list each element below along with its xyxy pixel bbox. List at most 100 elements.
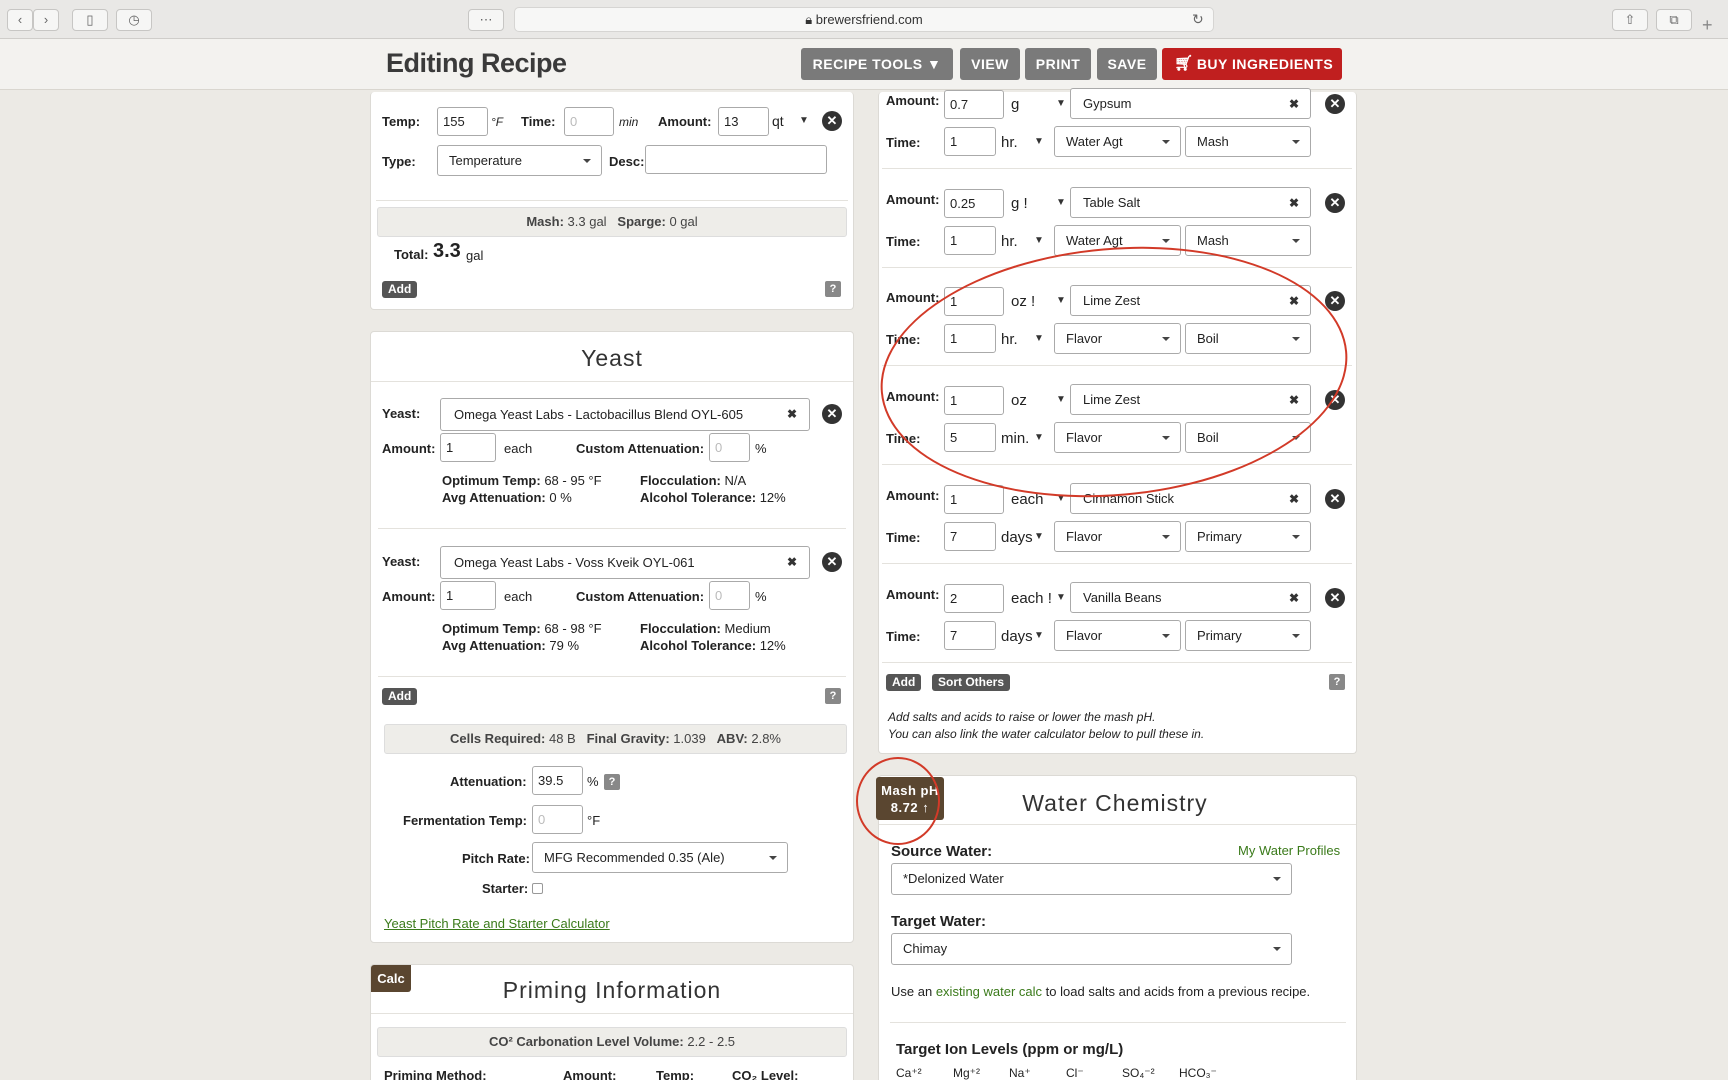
- sort-others-button[interactable]: Sort Others: [932, 674, 1011, 691]
- chevron-down-icon[interactable]: ▼: [1034, 136, 1044, 147]
- chevron-down-icon[interactable]: ▼: [1034, 235, 1044, 246]
- fermentation-temp-label: Fermentation Temp:: [403, 813, 527, 828]
- help-icon[interactable]: ?: [1329, 674, 1345, 690]
- print-button[interactable]: PRINT: [1025, 48, 1091, 80]
- custom-attenuation-input[interactable]: 0: [709, 581, 750, 610]
- chevron-down-icon[interactable]: ▼: [799, 115, 809, 126]
- remove-other-icon[interactable]: ✕: [1325, 488, 1345, 509]
- target-water-select[interactable]: Chimay: [891, 933, 1292, 965]
- others-note-line1: Add salts and acids to raise or lower th…: [888, 710, 1156, 724]
- other-stage-select[interactable]: Primary: [1185, 520, 1311, 552]
- amount-unit-select[interactable]: qt: [772, 113, 784, 129]
- clear-icon[interactable]: ✖: [1289, 196, 1299, 210]
- other-time-input[interactable]: 7: [944, 521, 996, 551]
- remove-other-icon[interactable]: ✕: [1325, 94, 1345, 114]
- chevron-down-icon[interactable]: ▼: [1056, 197, 1066, 208]
- fermentation-temp-input[interactable]: 0: [532, 805, 583, 834]
- yeast-calculator-link[interactable]: Yeast Pitch Rate and Starter Calculator: [384, 916, 610, 931]
- existing-water-calc-link[interactable]: existing water calc: [936, 984, 1042, 999]
- remove-yeast-icon[interactable]: ✕: [822, 552, 842, 572]
- buy-ingredients-button[interactable]: 🛒︎ BUY INGREDIENTS: [1162, 48, 1342, 80]
- tabs-icon[interactable]: ⧉: [1656, 9, 1692, 31]
- yeast-name-input[interactable]: Omega Yeast Labs - Voss Kveik OYL-061: [440, 546, 810, 579]
- alcohol-tolerance-value: 12%: [759, 638, 786, 653]
- recipe-tools-button[interactable]: RECIPE TOOLS ▼: [801, 48, 953, 80]
- other-use-select[interactable]: Flavor: [1054, 520, 1181, 552]
- mash-summary: Mash: 3.3 gal Sparge: 0 gal: [377, 207, 847, 237]
- other-time-input[interactable]: 7: [944, 620, 996, 650]
- clear-icon[interactable]: ✖: [787, 407, 797, 421]
- pitch-rate-select[interactable]: MFG Recommended 0.35 (Ale): [532, 842, 788, 873]
- time-unit: min: [619, 115, 639, 129]
- other-time-input[interactable]: 1: [944, 127, 996, 156]
- temp-input[interactable]: 155: [437, 107, 488, 136]
- other-time-unit-select[interactable]: days: [1001, 529, 1033, 546]
- help-icon[interactable]: ?: [825, 281, 841, 297]
- other-amount-input[interactable]: 1: [944, 484, 1004, 514]
- yeast-name-input[interactable]: Omega Yeast Labs - Lactobacillus Blend O…: [440, 398, 810, 431]
- add-other-button[interactable]: Add: [886, 674, 922, 691]
- other-name-input[interactable]: Vanilla Beans: [1070, 581, 1311, 613]
- other-amount-input[interactable]: 2: [944, 583, 1004, 613]
- back-icon[interactable]: ‹: [7, 9, 33, 31]
- other-name-input[interactable]: Gypsum: [1070, 88, 1311, 119]
- chevron-down-icon[interactable]: ▼: [1034, 630, 1044, 641]
- starter-checkbox[interactable]: [532, 883, 543, 894]
- remove-other-icon[interactable]: ✕: [1325, 192, 1345, 213]
- annotation-ellipse-mash-ph: [856, 757, 940, 845]
- view-button[interactable]: VIEW: [960, 48, 1020, 80]
- add-yeast-button[interactable]: Add: [382, 688, 418, 705]
- clear-icon[interactable]: ✖: [1289, 492, 1299, 506]
- other-use-select[interactable]: Water Agt: [1054, 126, 1181, 157]
- help-icon[interactable]: ?: [825, 688, 841, 704]
- other-stage-select[interactable]: Primary: [1185, 619, 1311, 651]
- other-unit-select[interactable]: g !: [1011, 195, 1028, 212]
- help-icon[interactable]: ?: [604, 774, 620, 790]
- other-name-input[interactable]: Table Salt: [1070, 186, 1311, 218]
- other-unit-select[interactable]: each !: [1011, 590, 1052, 607]
- existing-water-calc-text: Use an existing water calc to load salts…: [891, 984, 1310, 999]
- clear-icon[interactable]: ✖: [787, 555, 797, 569]
- ion-hco3: HCO₃⁻: [1179, 1066, 1217, 1080]
- time-input[interactable]: 0: [564, 107, 614, 136]
- my-water-profiles-link[interactable]: My Water Profiles: [1238, 843, 1340, 858]
- source-water-select[interactable]: *Delonized Water: [891, 863, 1292, 895]
- save-button[interactable]: SAVE: [1097, 48, 1157, 80]
- chevron-down-icon[interactable]: ▼: [1056, 98, 1066, 109]
- history-icon[interactable]: ◷: [116, 9, 152, 31]
- other-time-unit-select[interactable]: days: [1001, 628, 1033, 645]
- other-time-unit-select[interactable]: hr.: [1001, 134, 1018, 151]
- remove-yeast-icon[interactable]: ✕: [822, 404, 842, 424]
- forward-icon[interactable]: ›: [33, 9, 59, 31]
- share-icon[interactable]: ⇧: [1612, 9, 1648, 31]
- custom-attenuation-label: Custom Attenuation:: [576, 589, 705, 604]
- chevron-down-icon[interactable]: ▼: [1034, 531, 1044, 542]
- yeast-amount-input[interactable]: 1: [440, 433, 496, 462]
- url-bar[interactable]: 🔒︎ brewersfriend.com: [514, 7, 1214, 32]
- grid-icon[interactable]: ⋯: [468, 9, 504, 31]
- new-tab-icon[interactable]: +: [1702, 15, 1713, 36]
- type-select[interactable]: Temperature: [437, 145, 602, 176]
- other-amount-input[interactable]: 0.7: [944, 90, 1004, 119]
- custom-attenuation-input[interactable]: 0: [709, 433, 750, 462]
- other-use-select[interactable]: Flavor: [1054, 619, 1181, 651]
- other-amount-input[interactable]: 0.25: [944, 188, 1004, 218]
- other-time-unit-select[interactable]: hr.: [1001, 233, 1018, 250]
- other-time-input[interactable]: 1: [944, 225, 996, 255]
- other-unit-select[interactable]: g: [1011, 96, 1019, 113]
- remove-icon[interactable]: ✕: [822, 111, 842, 131]
- add-mash-step-button[interactable]: Add: [382, 281, 418, 298]
- amount-input[interactable]: 13: [718, 107, 769, 136]
- clear-icon[interactable]: ✖: [1289, 591, 1299, 605]
- attenuation-input[interactable]: 39.5: [532, 766, 583, 795]
- chevron-down-icon[interactable]: ▼: [1056, 592, 1066, 603]
- lock-icon: 🔒︎: [805, 12, 813, 27]
- priming-co2-header: CO₂ Level:: [732, 1068, 799, 1080]
- reload-icon[interactable]: ↻: [1192, 11, 1204, 28]
- other-stage-select[interactable]: Mash: [1185, 126, 1311, 157]
- desc-input[interactable]: [645, 145, 827, 174]
- sidebar-icon[interactable]: ▯: [72, 9, 108, 31]
- clear-icon[interactable]: ✖: [1289, 97, 1299, 111]
- remove-other-icon[interactable]: ✕: [1325, 587, 1345, 608]
- yeast-amount-input[interactable]: 1: [440, 581, 496, 610]
